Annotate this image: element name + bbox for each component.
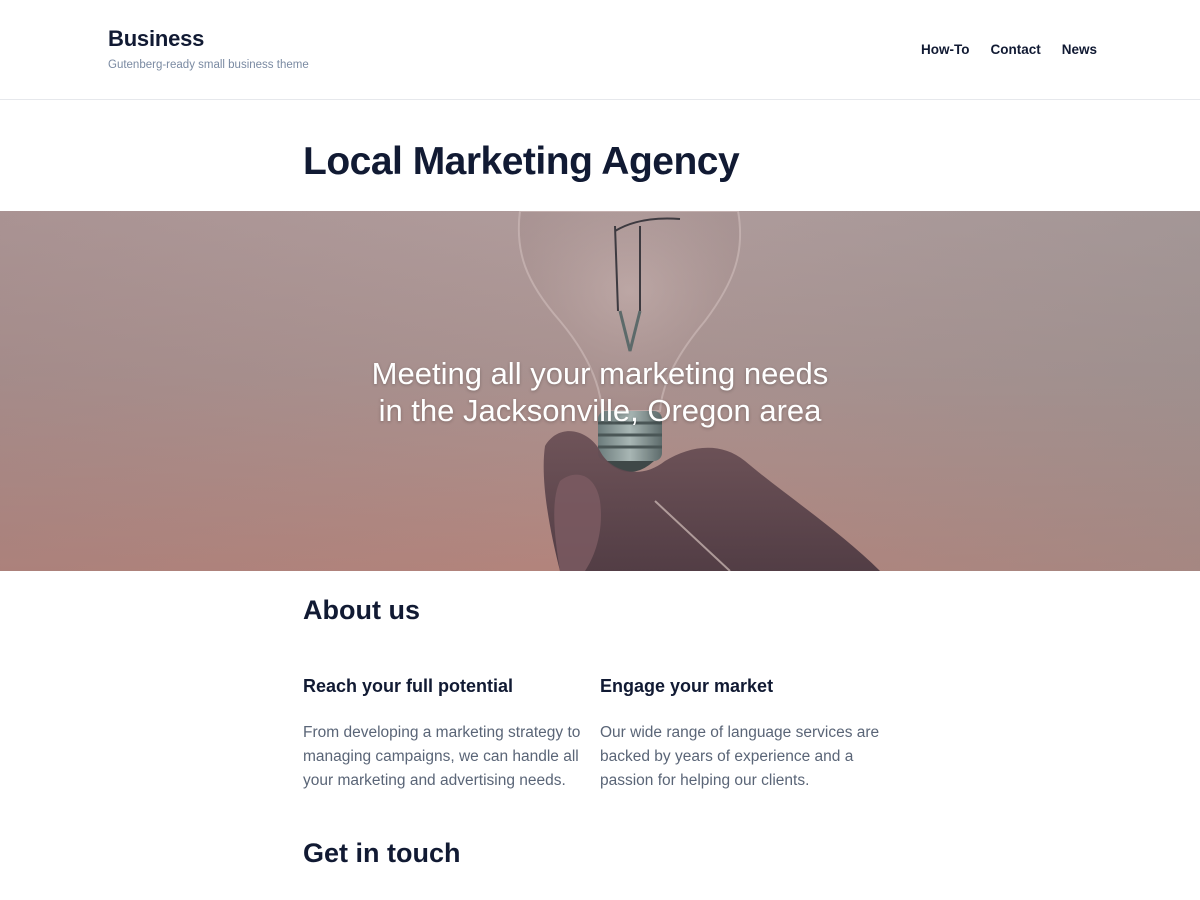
nav-link-news[interactable]: News: [1062, 42, 1097, 57]
hero-heading: Meeting all your marketing needs in the …: [300, 355, 900, 429]
nav-item-news: News: [1062, 41, 1097, 59]
nav-link-how-to[interactable]: How-To: [921, 42, 969, 57]
nav-item-contact: Contact: [990, 41, 1040, 59]
column-2-text: Our wide range of language services are …: [600, 724, 880, 789]
page-title: Local Marketing Agency: [303, 140, 740, 183]
contact-heading: Get in touch: [303, 838, 461, 868]
hero-line-1: Meeting all your marketing needs: [371, 356, 829, 391]
column-1-text: From developing a marketing strategy to …: [303, 724, 581, 789]
hero-cover: Meeting all your marketing needs in the …: [0, 211, 1200, 571]
column-1-title: Reach your full potential: [303, 676, 514, 696]
nav-item-how-to: How-To: [921, 41, 969, 59]
hero-line-2: in the Jacksonville, Oregon area: [378, 393, 822, 428]
about-column-2: Engage your market Our wide range of lan…: [600, 676, 882, 793]
site-header: Business Gutenberg-ready small business …: [0, 0, 1200, 100]
about-heading: About us: [303, 595, 420, 625]
site-tagline: Gutenberg-ready small business theme: [108, 59, 309, 71]
nav-link-contact[interactable]: Contact: [990, 42, 1040, 57]
column-2-title: Engage your market: [600, 676, 774, 696]
site-title-link[interactable]: Business: [108, 26, 204, 52]
main-navigation: How-To Contact News: [921, 41, 1097, 59]
about-column-1: Reach your full potential From developin…: [303, 676, 585, 793]
